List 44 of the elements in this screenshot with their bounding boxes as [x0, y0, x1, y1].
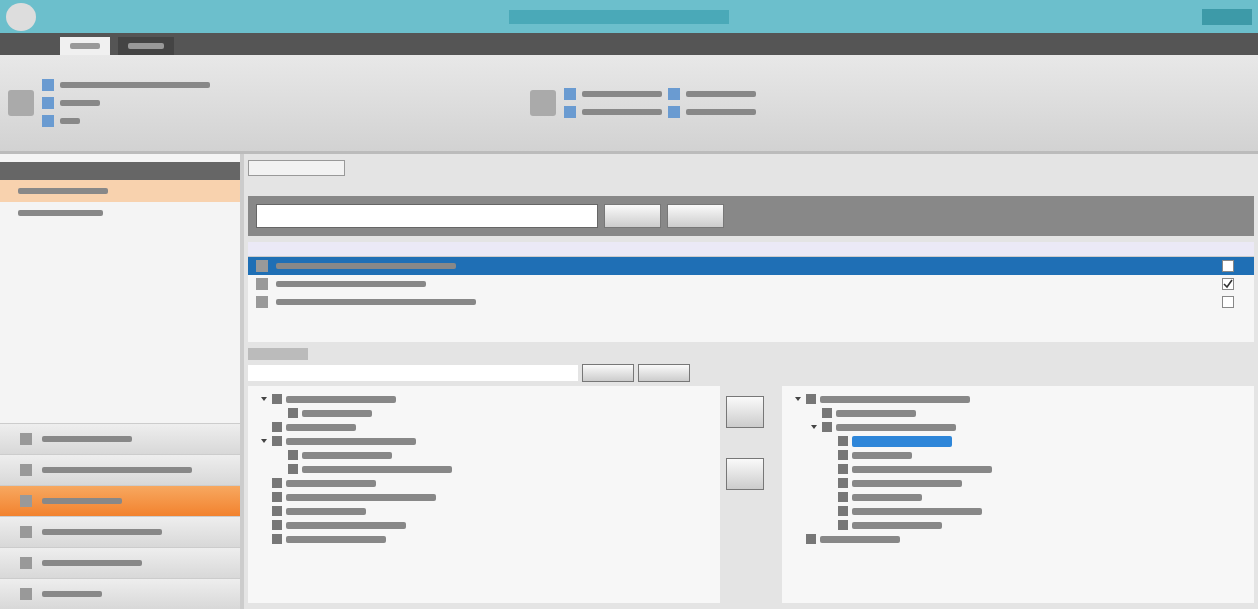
- folder-icon: [806, 534, 816, 544]
- expander-icon[interactable]: [810, 423, 818, 431]
- row-icon: [256, 260, 268, 272]
- add-button[interactable]: [726, 396, 764, 428]
- nav-section-button[interactable]: [0, 485, 240, 516]
- section-header: [248, 348, 308, 360]
- ribbon-tab[interactable]: [60, 37, 110, 55]
- section-icon: [20, 526, 32, 538]
- blurred-label: [686, 91, 756, 97]
- ribbon-tab[interactable]: [118, 37, 174, 55]
- blurred-label: [128, 43, 164, 49]
- search-button[interactable]: [604, 204, 661, 228]
- nav-section-button[interactable]: [0, 454, 240, 485]
- expander-icon[interactable]: [260, 437, 268, 445]
- section-icon: [20, 495, 32, 507]
- blurred-label: [60, 100, 100, 106]
- blurred-label: [60, 118, 80, 124]
- checkbox[interactable]: [1222, 260, 1234, 272]
- document-tab[interactable]: [248, 160, 345, 176]
- reset-button[interactable]: [638, 364, 690, 382]
- nav-section-button[interactable]: [0, 578, 240, 609]
- blurred-label: [70, 43, 100, 49]
- filter-field[interactable]: [248, 365, 578, 381]
- nav-section-button[interactable]: [0, 423, 240, 454]
- nav-section-button[interactable]: [0, 547, 240, 578]
- checkbox[interactable]: [1222, 296, 1234, 308]
- remove-button[interactable]: [726, 458, 764, 490]
- filter-button[interactable]: [582, 364, 634, 382]
- blurred-label: [42, 591, 102, 597]
- expander-icon[interactable]: [260, 395, 268, 403]
- row-icon: [256, 296, 268, 308]
- section-icon: [20, 464, 32, 476]
- nav-section-button[interactable]: [0, 516, 240, 547]
- nav-item[interactable]: [0, 180, 240, 202]
- app-logo-icon: [6, 2, 36, 31]
- section-icon: [20, 588, 32, 600]
- search-field[interactable]: [256, 204, 598, 228]
- section-icon: [20, 557, 32, 569]
- expander-icon[interactable]: [794, 395, 802, 403]
- section-icon: [20, 433, 32, 445]
- row-icon: [256, 278, 268, 290]
- blurred-label: [686, 109, 756, 115]
- clear-button[interactable]: [667, 204, 724, 228]
- checkbox[interactable]: [1222, 278, 1234, 290]
